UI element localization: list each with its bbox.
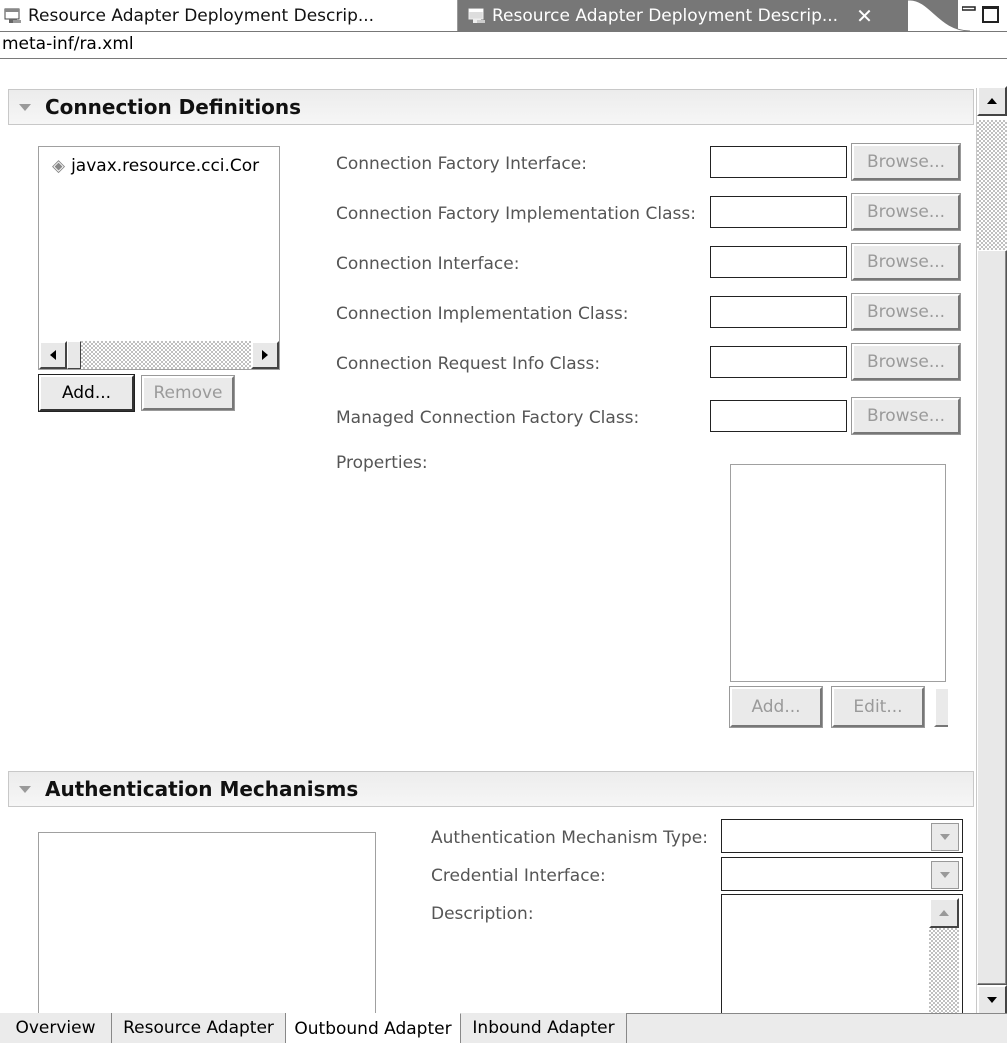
credential-interface-combo[interactable] xyxy=(721,857,963,891)
browse-button[interactable]: Browse... xyxy=(852,144,960,180)
file-path: meta-inf/ra.xml xyxy=(2,34,134,54)
close-icon[interactable]: ✕ xyxy=(856,4,873,28)
add-button[interactable]: Add... xyxy=(39,375,134,411)
scroll-down-button[interactable] xyxy=(977,985,1007,1015)
authentication-mechanisms-header[interactable]: Authentication Mechanisms xyxy=(8,771,974,807)
scroll-left-button[interactable] xyxy=(39,341,67,369)
connection-interface-field[interactable] xyxy=(710,246,847,278)
deployment-descriptor-icon xyxy=(4,8,21,23)
authentication-mechanisms-list[interactable] xyxy=(38,832,376,1022)
scrollbar-track[interactable] xyxy=(977,120,1007,250)
connection-request-info-class-label: Connection Request Info Class: xyxy=(336,354,601,374)
remove-button[interactable]: Remove xyxy=(142,376,234,410)
scrollbar-thumb[interactable] xyxy=(67,341,81,369)
arrow-right-icon xyxy=(262,350,268,360)
scroll-up-button[interactable] xyxy=(977,86,1007,116)
deployment-descriptor-icon xyxy=(468,8,485,23)
path-divider xyxy=(0,58,1007,59)
connection-interface-label: Connection Interface: xyxy=(336,254,520,274)
properties-remove-button[interactable] xyxy=(934,687,948,727)
connection-factory-interface-label: Connection Factory Interface: xyxy=(336,154,587,174)
scrollbar-track[interactable] xyxy=(929,928,959,1019)
collapse-icon[interactable] xyxy=(19,103,31,111)
managed-connection-factory-class-field[interactable] xyxy=(710,400,847,432)
arrow-down-icon xyxy=(987,997,997,1003)
tab-label: Resource Adapter Deployment Descrip... xyxy=(492,6,839,26)
managed-connection-factory-class-label: Managed Connection Factory Class: xyxy=(336,408,640,428)
connection-impl-class-label: Connection Implementation Class: xyxy=(336,304,629,324)
properties-add-button[interactable]: Add... xyxy=(730,687,822,727)
diamond-icon: ◈ xyxy=(52,156,66,176)
tab-curve xyxy=(900,0,970,32)
tab-label: Resource Adapter Deployment Descrip... xyxy=(28,6,375,26)
tab-resource-adapter[interactable]: Resource Adapter xyxy=(112,1013,286,1043)
scrollbar-thumb[interactable] xyxy=(977,250,1007,985)
connection-factory-interface-field[interactable] xyxy=(710,146,847,178)
arrow-up-icon xyxy=(987,98,997,104)
tab-overview[interactable]: Overview xyxy=(0,1013,112,1043)
connection-factory-impl-class-field[interactable] xyxy=(710,196,847,228)
description-label: Description: xyxy=(431,904,534,924)
list-item-label: javax.resource.cci.Cor xyxy=(71,156,260,176)
description-textarea[interactable] xyxy=(721,894,963,1019)
browse-button[interactable]: Browse... xyxy=(852,294,960,330)
maximize-icon[interactable] xyxy=(982,6,999,23)
connection-request-info-class-field[interactable] xyxy=(710,346,847,378)
connection-impl-class-field[interactable] xyxy=(710,296,847,328)
connection-definitions-header[interactable]: Connection Definitions xyxy=(8,89,974,125)
editor-tab-inactive[interactable]: Resource Adapter Deployment Descrip... xyxy=(0,0,458,32)
credential-interface-label: Credential Interface: xyxy=(431,866,606,886)
connection-definitions-list[interactable] xyxy=(38,146,280,370)
arrow-up-icon xyxy=(939,910,949,916)
collapse-icon[interactable] xyxy=(19,785,31,793)
minimize-icon[interactable] xyxy=(962,6,976,16)
tab-outbound-adapter[interactable]: Outbound Adapter xyxy=(286,1013,461,1043)
scroll-up-button[interactable] xyxy=(929,898,959,928)
connection-factory-impl-class-label: Connection Factory Implementation Class: xyxy=(336,204,696,224)
dropdown-arrow-icon[interactable] xyxy=(931,861,959,889)
browse-button[interactable]: Browse... xyxy=(852,194,960,230)
browse-button[interactable]: Browse... xyxy=(852,398,960,434)
browse-button[interactable]: Browse... xyxy=(852,344,960,380)
list-item[interactable]: ◈ javax.resource.cci.Cor xyxy=(52,156,278,176)
section-title: Connection Definitions xyxy=(45,95,302,119)
properties-edit-button[interactable]: Edit... xyxy=(832,687,924,727)
properties-list[interactable] xyxy=(730,464,946,682)
tab-inbound-adapter[interactable]: Inbound Adapter xyxy=(461,1013,627,1043)
editor-tab-active[interactable]: Resource Adapter Deployment Descrip... ✕ xyxy=(458,0,958,32)
path-bar xyxy=(0,32,1007,88)
arrow-left-icon xyxy=(50,350,56,360)
browse-button[interactable]: Browse... xyxy=(852,244,960,280)
auth-mechanism-type-label: Authentication Mechanism Type: xyxy=(431,828,708,848)
section-title: Authentication Mechanisms xyxy=(45,777,359,801)
properties-label: Properties: xyxy=(336,453,428,473)
auth-mechanism-type-combo[interactable] xyxy=(721,819,963,853)
dropdown-arrow-icon[interactable] xyxy=(931,823,959,851)
scroll-right-button[interactable] xyxy=(251,341,279,369)
